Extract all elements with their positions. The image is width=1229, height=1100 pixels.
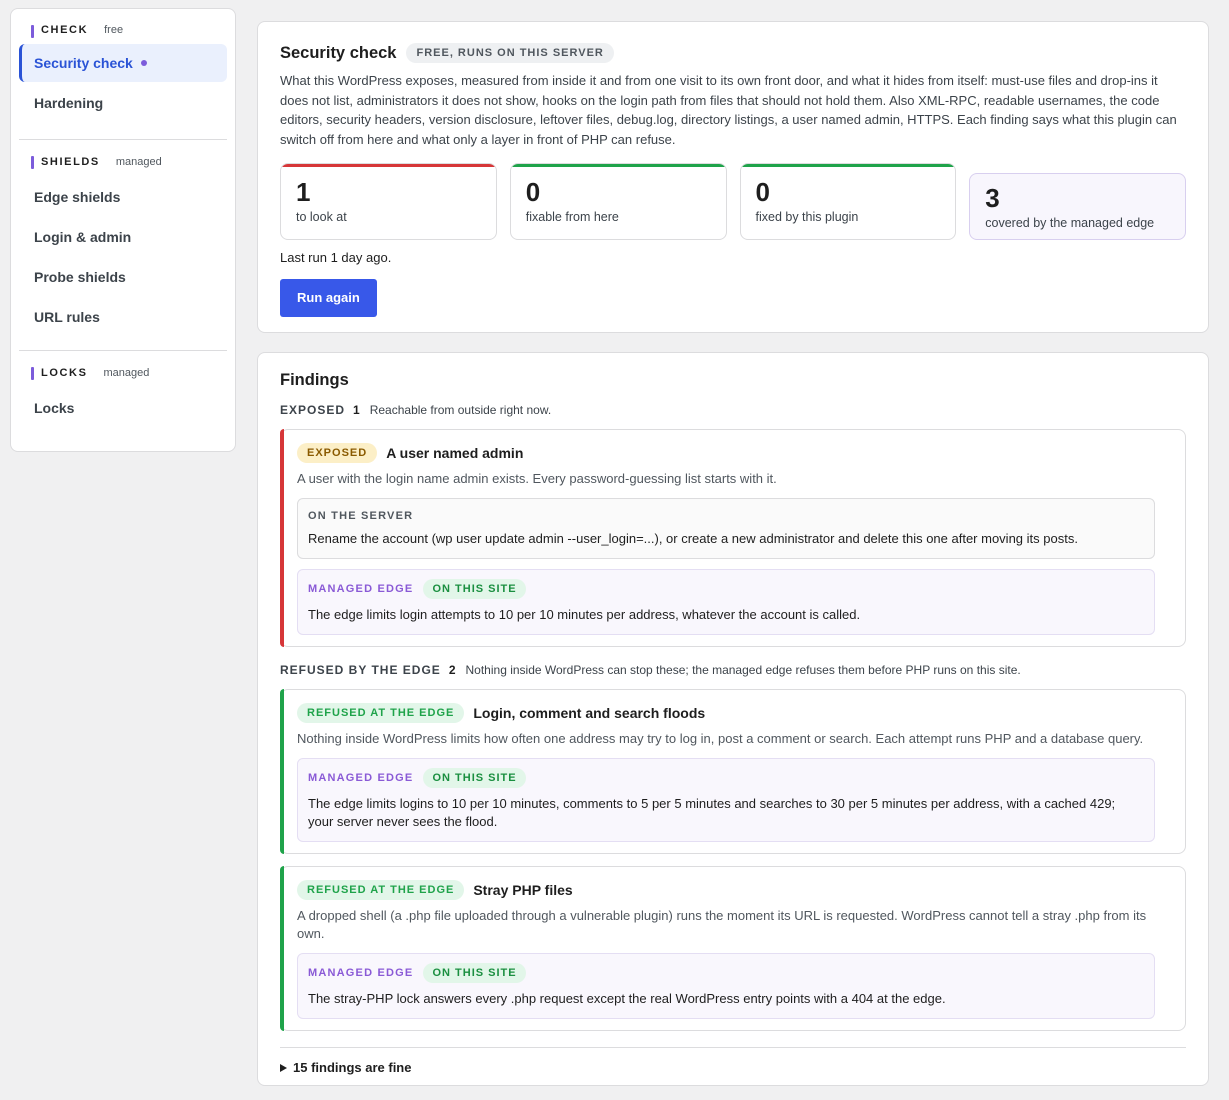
on-this-site-badge: ON THIS SITE [423,768,526,788]
stat-value: 1 [296,177,311,207]
box-header: MANAGED EDGE ON THIS SITE [308,768,1144,788]
sidebar-section-header: SHIELDS managed [19,140,227,170]
finding-stray-php: REFUSED AT THE EDGE Stray PHP files A dr… [280,866,1186,1031]
group-count: 2 [448,663,456,677]
section-tag: managed [103,367,150,379]
fine-findings-toggle[interactable]: 15 findings are fine [280,1060,1186,1075]
refused-badge: REFUSED AT THE EDGE [297,880,465,900]
group-desc: Nothing inside WordPress can stop these;… [465,663,1021,677]
group-header-exposed: EXPOSED 1 Reachable from outside right n… [280,403,1186,417]
box-label: MANAGED EDGE [308,967,414,979]
security-check-header: Security check FREE, RUNS ON THIS SERVER [280,42,1186,64]
stat-to-look-at: 1 to look at [280,163,497,240]
findings-title: Findings [280,371,349,389]
finding-desc: A dropped shell (a .php file uploaded th… [297,908,1147,941]
server-fix-box: ON THE SERVER Rename the account (wp use… [297,498,1155,559]
stat-value: 0 [755,177,770,207]
sidebar-item-label: Login & admin [34,229,132,245]
stats-row: 1 to look at 0 fixable from here 0 fixed… [280,163,1186,240]
exposed-badge: EXPOSED [297,443,378,463]
on-this-site-badge: ON THIS SITE [423,963,526,983]
stat-fixable: 0 fixable from here [509,163,727,240]
refused-badge: REFUSED AT THE EDGE [297,703,465,723]
finding-admin-user: EXPOSED A user named admin A user with t… [280,429,1186,647]
sidebar-item-label: Security check [34,55,133,71]
sidebar-section-header: CHECK free [19,9,227,39]
sidebar-item-label: Edge shields [34,189,121,205]
stat-value: 3 [985,183,1000,213]
box-header: MANAGED EDGE ON THIS SITE [308,579,1144,599]
sidebar-section-check: CHECK free Security check Hardening [11,9,235,122]
sidebar-item-edge-shields[interactable]: Edge shields [19,178,227,216]
stat-label: covered by the managed edge [985,216,1155,230]
finding-desc: Nothing inside WordPress limits how ofte… [297,731,1144,746]
group-name: EXPOSED [280,403,346,417]
section-tag: free [104,24,124,36]
finding-header: EXPOSED A user named admin [297,443,1155,463]
managed-edge-box: MANAGED EDGE ON THIS SITE The edge limit… [297,569,1155,635]
security-check-card: Security check FREE, RUNS ON THIS SERVER… [257,21,1209,333]
finding-name: Login, comment and search floods [473,705,706,721]
box-label: ON THE SERVER [308,510,414,522]
sidebar-item-probe-shields[interactable]: Probe shields [19,258,227,296]
fine-findings-label: 15 findings are fine [293,1060,412,1075]
disclosure-triangle-icon [280,1063,287,1072]
managed-edge-box: MANAGED EDGE ON THIS SITE The stray-PHP … [297,953,1155,1019]
box-header: ON THE SERVER [308,510,1144,522]
finding-header: REFUSED AT THE EDGE Stray PHP files [297,880,1155,900]
sidebar-section-header: LOCKS managed [19,351,227,381]
group-header-refused: REFUSED BY THE EDGE 2 Nothing inside Wor… [280,663,1186,677]
box-text: Rename the account (wp user update admin… [308,531,1078,546]
sidebar-item-label: URL rules [34,309,100,325]
last-run-text: Last run 1 day ago. [280,250,392,265]
sidebar-item-security-check[interactable]: Security check [19,44,227,82]
page-title: Security check [280,43,397,62]
divider [280,1047,1186,1048]
stat-value: 0 [525,177,541,207]
box-label: MANAGED EDGE [308,772,414,784]
section-title: SHIELDS [41,156,100,168]
sidebar-item-locks[interactable]: Locks [19,389,227,427]
active-dot-icon [140,60,147,66]
sidebar-item-label: Probe shields [34,269,126,285]
sidebar-item-label: Locks [34,400,75,416]
sidebar-section-locks: LOCKS managed Locks [11,351,235,427]
sidebar: CHECK free Security check Hardening SHIE… [10,8,236,452]
stat-label: to look at [296,210,347,224]
managed-edge-box: MANAGED EDGE ON THIS SITE The edge limit… [297,758,1155,842]
intro-text: What this WordPress exposes, measured fr… [280,73,1177,147]
sidebar-section-shields: SHIELDS managed Edge shields Login & adm… [11,140,235,336]
finding-header: REFUSED AT THE EDGE Login, comment and s… [297,703,1155,723]
group-desc: Reachable from outside right now. [369,403,552,417]
stat-label: fixed by this plugin [755,210,859,224]
sidebar-item-url-rules[interactable]: URL rules [19,298,227,336]
server-badge: FREE, RUNS ON THIS SERVER [406,43,614,63]
stat-fixed: 0 fixed by this plugin [739,163,957,240]
on-this-site-badge: ON THIS SITE [423,579,526,599]
section-tag: managed [115,156,162,168]
box-text: The edge limits logins to 10 per 10 minu… [308,796,1116,829]
finding-name: Stray PHP files [473,882,573,898]
finding-floods: REFUSED AT THE EDGE Login, comment and s… [280,689,1186,854]
box-text: The edge limits login attempts to 10 per… [308,607,861,622]
section-title: LOCKS [41,367,88,379]
sidebar-item-hardening[interactable]: Hardening [19,84,227,122]
group-count: 1 [353,403,360,417]
box-text: The stray-PHP lock answers every .php re… [308,991,946,1006]
findings-card: Findings EXPOSED 1 Reachable from outsid… [257,352,1209,1086]
run-again-button[interactable]: Run again [280,279,377,317]
section-title: CHECK [41,24,89,36]
finding-desc: A user with the login name admin exists.… [297,471,777,486]
stat-label: fixable from here [525,210,619,224]
finding-name: A user named admin [386,445,524,461]
stat-covered-by-edge: 3 covered by the managed edge [969,173,1186,240]
sidebar-item-login-admin[interactable]: Login & admin [19,218,227,256]
box-label: MANAGED EDGE [308,583,414,595]
box-header: MANAGED EDGE ON THIS SITE [308,963,1144,983]
sidebar-item-label: Hardening [34,95,104,111]
group-name: REFUSED BY THE EDGE [280,663,441,677]
